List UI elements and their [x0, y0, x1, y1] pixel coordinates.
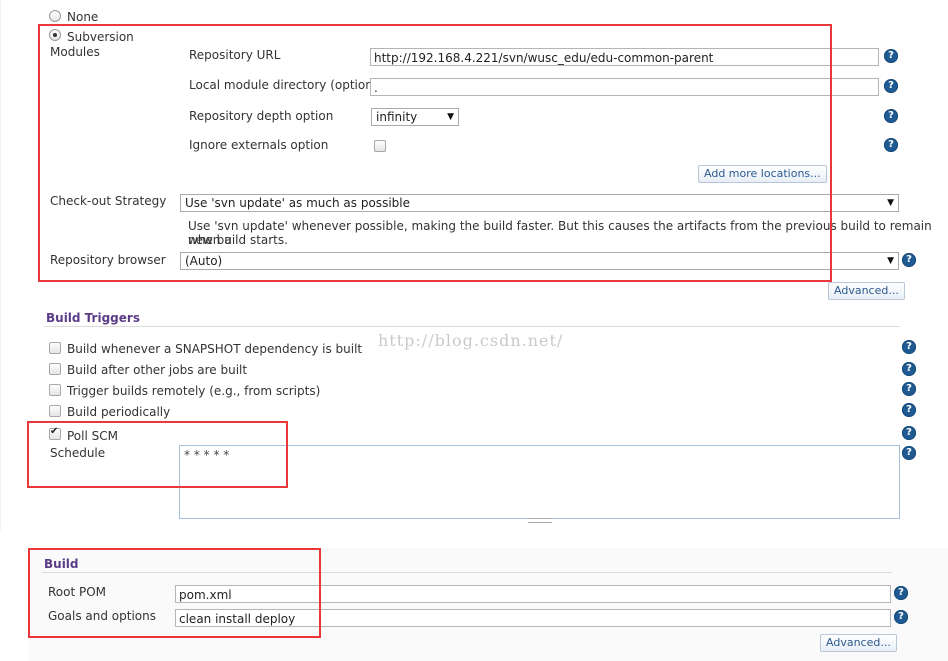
trigger-snapshot-label: Build whenever a SNAPSHOT dependency is …	[67, 342, 363, 356]
chevron-down-icon: ▼	[887, 256, 894, 266]
highlight-box-poll-scm	[27, 421, 288, 488]
help-icon[interactable]: ?	[902, 340, 916, 354]
highlight-box-scm	[38, 24, 832, 282]
panel-gap	[0, 530, 948, 548]
help-icon[interactable]: ?	[884, 138, 898, 152]
section-divider	[44, 326, 900, 327]
help-icon[interactable]: ?	[894, 586, 908, 600]
scm-none-radio[interactable]	[49, 10, 61, 22]
trigger-periodic-checkbox[interactable]	[49, 405, 61, 417]
help-icon[interactable]: ?	[902, 446, 916, 460]
help-icon[interactable]: ?	[884, 49, 898, 63]
help-icon[interactable]: ?	[902, 362, 916, 376]
textarea-resize-handle[interactable]	[528, 518, 552, 523]
build-triggers-title: Build Triggers	[46, 311, 140, 325]
build-advanced-button[interactable]: Advanced...	[820, 634, 897, 652]
trigger-remote-checkbox[interactable]	[49, 384, 61, 396]
help-icon[interactable]: ?	[894, 610, 908, 624]
trigger-after-jobs-label: Build after other jobs are built	[67, 363, 248, 377]
highlight-box-build	[28, 548, 321, 638]
trigger-snapshot-checkbox[interactable]	[49, 342, 61, 354]
scm-none-label: None	[67, 10, 99, 24]
help-icon[interactable]: ?	[902, 253, 916, 267]
trigger-remote-label: Trigger builds remotely (e.g., from scri…	[67, 384, 321, 398]
trigger-after-jobs-checkbox[interactable]	[49, 363, 61, 375]
help-icon[interactable]: ?	[884, 109, 898, 123]
watermark: http://blog.csdn.net/	[378, 331, 564, 350]
help-icon[interactable]: ?	[902, 382, 916, 396]
help-icon[interactable]: ?	[884, 79, 898, 93]
help-icon[interactable]: ?	[902, 426, 916, 440]
chevron-down-icon: ▼	[887, 198, 894, 208]
scm-advanced-button[interactable]: Advanced...	[828, 282, 905, 300]
trigger-periodic-label: Build periodically	[67, 405, 171, 419]
help-icon[interactable]: ?	[902, 403, 916, 417]
